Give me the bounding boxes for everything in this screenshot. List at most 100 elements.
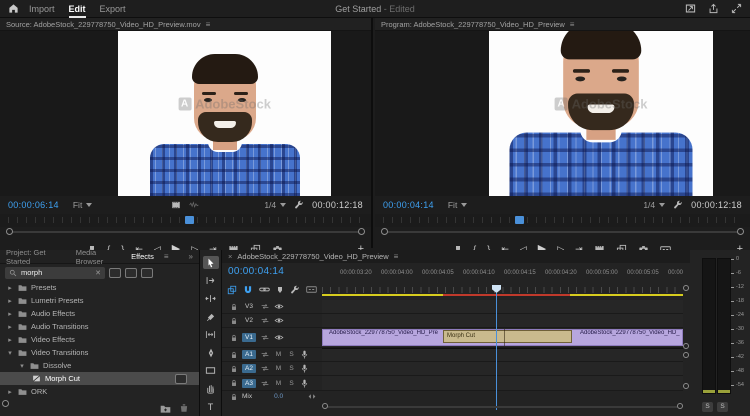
program-video-area[interactable]: A AdobeStock [375,31,750,196]
source-resolution-select[interactable]: 1/4 [264,200,286,210]
tree-item-audio-transitions[interactable]: ▸ Audio Transitions [0,320,199,333]
track-v2[interactable] [322,314,683,328]
sync-lock-icon[interactable] [260,350,270,359]
solo-button[interactable]: S [287,350,296,359]
tree-item-morph-cut[interactable]: Morph Cut [0,372,199,385]
scrollbar-right-handle[interactable] [737,228,744,235]
tree-item-ork[interactable]: ▸ ORK [0,385,199,398]
track-target-v3[interactable]: V3 [242,302,256,311]
scrollbar-right-handle[interactable] [358,228,365,235]
search-input[interactable]: morph ✕ [5,267,105,279]
expand-arrow-icon[interactable]: ▸ [6,310,14,318]
new-bin-icon[interactable] [160,403,171,414]
keyframe-toggle-icon[interactable] [307,392,317,401]
share-icon[interactable] [708,3,719,14]
lock-icon[interactable] [230,334,238,342]
add-marker-icon[interactable] [276,286,284,294]
tab-export[interactable]: Export [100,4,126,14]
vscroll-handle[interactable] [683,383,689,389]
search-clear-icon[interactable]: ✕ [95,269,101,277]
toggle-track-output-eye-icon[interactable] [274,316,284,325]
track-a3[interactable] [322,376,683,391]
razor-tool[interactable] [203,310,219,323]
tree-item-video-transitions[interactable]: ▾ Video Transitions [0,346,199,359]
slip-tool[interactable] [203,328,219,341]
timeline-settings-wrench-icon[interactable] [290,285,300,295]
yuv-effects-filter-icon[interactable] [141,268,153,278]
hscroll-handle[interactable] [2,400,9,407]
timeline-ruler[interactable] [322,287,683,293]
tab-import[interactable]: Import [29,4,55,14]
delete-icon[interactable] [179,403,189,413]
accelerated-effects-filter-icon[interactable] [109,268,121,278]
track-target-a3[interactable]: A3 [242,379,256,388]
program-resolution-select[interactable]: 1/4 [643,200,665,210]
track-target-v2[interactable]: V2 [242,316,256,325]
hand-tool[interactable] [203,382,219,395]
sync-lock-icon[interactable] [260,364,270,373]
quick-export-icon[interactable] [685,3,696,14]
mix-volume-value[interactable]: 0.0 [274,393,283,400]
track-select-forward-tool[interactable] [203,274,219,287]
track-a1[interactable] [322,348,683,362]
source-playhead-handle[interactable] [185,216,194,224]
timeline-content[interactable]: 00:00:03:20 00:00:04:00 00:00:04:05 00:0… [322,263,683,410]
expand-arrow-icon[interactable]: ▸ [6,297,14,305]
panel-menu-icon[interactable]: ≡ [206,20,211,29]
track-target-a1[interactable]: A1 [242,350,256,359]
32bit-color-filter-icon[interactable] [125,268,137,278]
hscroll-right-handle[interactable] [677,403,683,409]
tab-overflow-icon[interactable]: » [189,252,193,261]
tab-project[interactable]: Project: Get Started [6,248,66,266]
panel-menu-icon[interactable]: ≡ [394,252,399,261]
vscroll-handle[interactable] [683,352,689,358]
collapse-arrow-icon[interactable]: ▾ [18,362,26,370]
tree-item-presets[interactable]: ▸ Presets [0,281,199,294]
track-v3[interactable] [322,300,683,314]
playhead-line[interactable] [496,293,497,410]
timeline-timecode[interactable]: 00:00:04:14 [228,266,284,277]
track-target-v1[interactable]: V1 [242,333,256,342]
vscroll-handle[interactable] [683,343,689,349]
tree-item-video-effects[interactable]: ▸ Video Effects [0,333,199,346]
tree-item-lumetri-presets[interactable]: ▸ Lumetri Presets [0,294,199,307]
selection-tool[interactable] [203,256,219,269]
track-v1[interactable]: AdobeStock_229778750_Video_HD_Preview.mo… [322,328,683,348]
track-a2[interactable] [322,362,683,376]
solo-left-button[interactable]: S [702,402,713,412]
sequence-tab-label[interactable]: AdobeStock_229778750_Video_HD_Preview [237,252,388,261]
voice-over-record-mic-icon[interactable] [300,364,309,373]
expand-arrow-icon[interactable]: ▸ [6,323,14,331]
solo-button[interactable]: S [287,364,296,373]
linked-selection-icon[interactable] [259,284,270,295]
solo-button[interactable]: S [287,379,296,388]
rectangle-tool[interactable] [203,364,219,377]
program-zoom-select[interactable]: Fit [448,200,467,210]
settings-wrench-icon[interactable] [294,200,304,210]
program-scrubber[interactable] [375,214,750,227]
pen-tool[interactable] [203,346,219,359]
captions-icon[interactable] [306,284,317,295]
program-playhead-handle[interactable] [515,216,524,224]
solo-right-button[interactable]: S [717,402,728,412]
lock-icon[interactable] [230,303,238,311]
program-monitor-header[interactable]: Program: AdobeStock_229778750_Video_HD_P… [375,18,750,31]
clip-right[interactable]: AdobeStock_229778750_Video_HD_Preview.mo… [577,330,680,336]
track-target-a2[interactable]: A2 [242,364,256,373]
scrollbar-left-handle[interactable] [381,228,388,235]
lock-icon[interactable] [230,317,238,325]
home-icon[interactable] [8,3,19,14]
expand-arrow-icon[interactable]: ▸ [6,284,14,292]
mute-button[interactable]: M [274,364,283,373]
timeline-hscroll-track[interactable] [324,406,681,408]
settings-wrench-icon[interactable] [673,200,683,210]
tab-edit[interactable]: Edit [69,4,86,14]
vscroll-handle[interactable] [683,285,689,291]
panel-menu-icon[interactable]: ≡ [570,20,575,29]
source-zoom-scrollbar[interactable] [0,227,371,237]
drag-audio-only-icon[interactable] [189,200,199,210]
tree-item-audio-effects[interactable]: ▸ Audio Effects [0,307,199,320]
tab-effects[interactable]: Effects [131,252,154,261]
toggle-track-output-eye-icon[interactable] [274,333,284,342]
sync-lock-icon[interactable] [260,379,270,388]
